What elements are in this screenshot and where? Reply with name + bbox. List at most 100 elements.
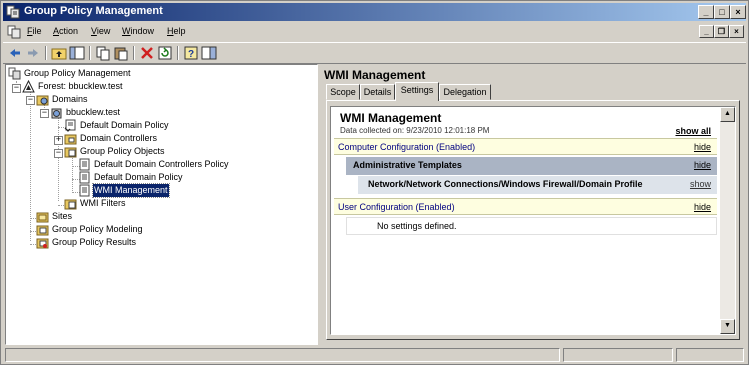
results-icon [36, 238, 49, 249]
details-title: WMI Management [324, 68, 426, 82]
toolbar-separator [133, 46, 135, 60]
collapse-domain-toggle[interactable]: − [40, 109, 49, 118]
paste-icon[interactable] [113, 45, 129, 61]
show-action-pane-icon[interactable] [201, 45, 217, 61]
tree-label: Sites [52, 211, 73, 221]
up-folder-icon[interactable] [51, 45, 67, 61]
toolbar-separator [177, 46, 179, 60]
tree-line [72, 158, 73, 193]
mdi-close-button[interactable]: × [729, 25, 744, 38]
gpo-icon [79, 171, 90, 184]
document-menu-icon[interactable] [7, 25, 21, 39]
computer-config-heading: Computer Configuration (Enabled) [338, 142, 476, 152]
report-title: WMI Management [340, 111, 442, 125]
computer-config-hide-link[interactable]: hide [694, 139, 711, 156]
tree-label: Forest: bbucklew.test [38, 81, 123, 91]
tree-label: Domains [52, 94, 88, 104]
computer-config-section: Computer Configuration (Enabled) hide [334, 138, 717, 155]
tree-label: Group Policy Objects [80, 146, 165, 156]
menu-file[interactable]: File [27, 26, 42, 36]
close-button[interactable]: × [730, 5, 746, 19]
collapse-domains-toggle[interactable]: − [26, 96, 35, 105]
toolbar-separator [89, 46, 91, 60]
menu-action[interactable]: Action [53, 26, 78, 36]
domains-icon [36, 95, 49, 106]
user-config-section: User Configuration (Enabled) hide [334, 198, 717, 215]
tree-label: Group Policy Modeling [52, 224, 143, 234]
details-pane: WMI Management Scope Details Settings De… [321, 64, 745, 345]
status-panel-3 [676, 348, 744, 362]
tab-delegation[interactable]: Delegation [439, 84, 491, 100]
collapse-gpo-toggle[interactable]: − [54, 149, 63, 158]
ou-folder-icon [64, 134, 77, 145]
back-arrow-icon[interactable] [7, 45, 23, 61]
tree-label: bbucklew.test [66, 107, 121, 117]
wmi-filter-folder-icon [64, 199, 77, 210]
tab-settings[interactable]: Settings [395, 82, 439, 101]
forest-icon [22, 80, 35, 93]
expand-domain-controllers-toggle[interactable]: + [54, 136, 63, 145]
tree-label: WMI Management [92, 183, 170, 198]
forward-arrow-icon[interactable] [25, 45, 41, 61]
main-window: Group Policy Management _ □ × File Actio… [0, 0, 749, 365]
gpo-icon [79, 158, 90, 171]
tab-scope[interactable]: Scope [326, 84, 360, 100]
report-vertical-scrollbar[interactable]: ▲ ▼ [720, 107, 735, 334]
show-hide-tree-icon[interactable] [69, 45, 85, 61]
show-all-link[interactable]: show all [675, 126, 711, 136]
firewall-show-link[interactable]: show [690, 176, 711, 193]
toolbar: ? [3, 42, 746, 64]
toolbar-separator [45, 46, 47, 60]
gpo-link-icon [64, 119, 76, 132]
scroll-up-arrow-icon[interactable]: ▲ [720, 107, 735, 122]
admin-templates-section: Administrative Templates hide [346, 157, 717, 175]
modeling-icon [36, 225, 49, 236]
menu-help[interactable]: Help [167, 26, 186, 36]
gpo-icon [79, 184, 90, 197]
sites-icon [36, 212, 49, 223]
user-config-body: No settings defined. [346, 217, 717, 235]
tree-label: Default Domain Policy [80, 120, 169, 130]
admin-templates-heading: Administrative Templates [353, 160, 462, 170]
mdi-minimize-button[interactable]: _ [699, 25, 714, 38]
tree-label: Default Domain Controllers Policy [94, 159, 229, 169]
help-icon[interactable]: ? [183, 45, 199, 61]
svg-text:?: ? [188, 49, 194, 60]
status-bar [3, 347, 746, 363]
firewall-domain-profile-path: Network/Network Connections/Windows Fire… [368, 179, 643, 189]
tree-label: Group Policy Management [24, 68, 131, 78]
no-settings-text: No settings defined. [377, 221, 457, 231]
tree-label: Group Policy Results [52, 237, 137, 247]
delete-icon[interactable] [139, 45, 155, 61]
minimize-button[interactable]: _ [698, 5, 714, 19]
gpmc-icon [8, 67, 21, 80]
menu-view[interactable]: View [91, 26, 110, 36]
maximize-button[interactable]: □ [714, 5, 730, 19]
status-panel-main [5, 348, 560, 362]
gpo-folder-icon [64, 147, 77, 158]
tree-line [58, 118, 59, 201]
firewall-domain-profile-section: Network/Network Connections/Windows Fire… [358, 176, 717, 194]
tab-details[interactable]: Details [360, 84, 395, 100]
user-config-hide-link[interactable]: hide [694, 199, 711, 216]
status-panel-2 [563, 348, 673, 362]
menu-bar: File Action View Window Help [3, 22, 746, 41]
tree-label: Default Domain Policy [94, 172, 183, 182]
user-config-heading: User Configuration (Enabled) [338, 202, 455, 212]
console-tree[interactable]: − − − + − Group Policy Management Forest… [5, 64, 318, 345]
report-collected-date: Data collected on: 9/23/2010 12:01:18 PM [340, 126, 490, 135]
settings-report[interactable]: WMI Management Data collected on: 9/23/2… [330, 106, 736, 335]
refresh-icon[interactable] [157, 45, 173, 61]
gpmc-app-icon [6, 5, 20, 19]
window-title: Group Policy Management [24, 5, 163, 17]
scroll-down-arrow-icon[interactable]: ▼ [720, 319, 735, 334]
copy-icon[interactable] [95, 45, 111, 61]
tree-label: WMI Filters [80, 198, 126, 208]
admin-templates-hide-link[interactable]: hide [694, 157, 711, 174]
domain-icon [51, 108, 62, 119]
tree-label: Domain Controllers [80, 133, 158, 143]
mdi-restore-button[interactable]: ❐ [714, 25, 729, 38]
title-bar[interactable]: Group Policy Management _ □ × [3, 3, 746, 21]
collapse-forest-toggle[interactable]: − [12, 84, 21, 93]
menu-window[interactable]: Window [122, 26, 154, 36]
